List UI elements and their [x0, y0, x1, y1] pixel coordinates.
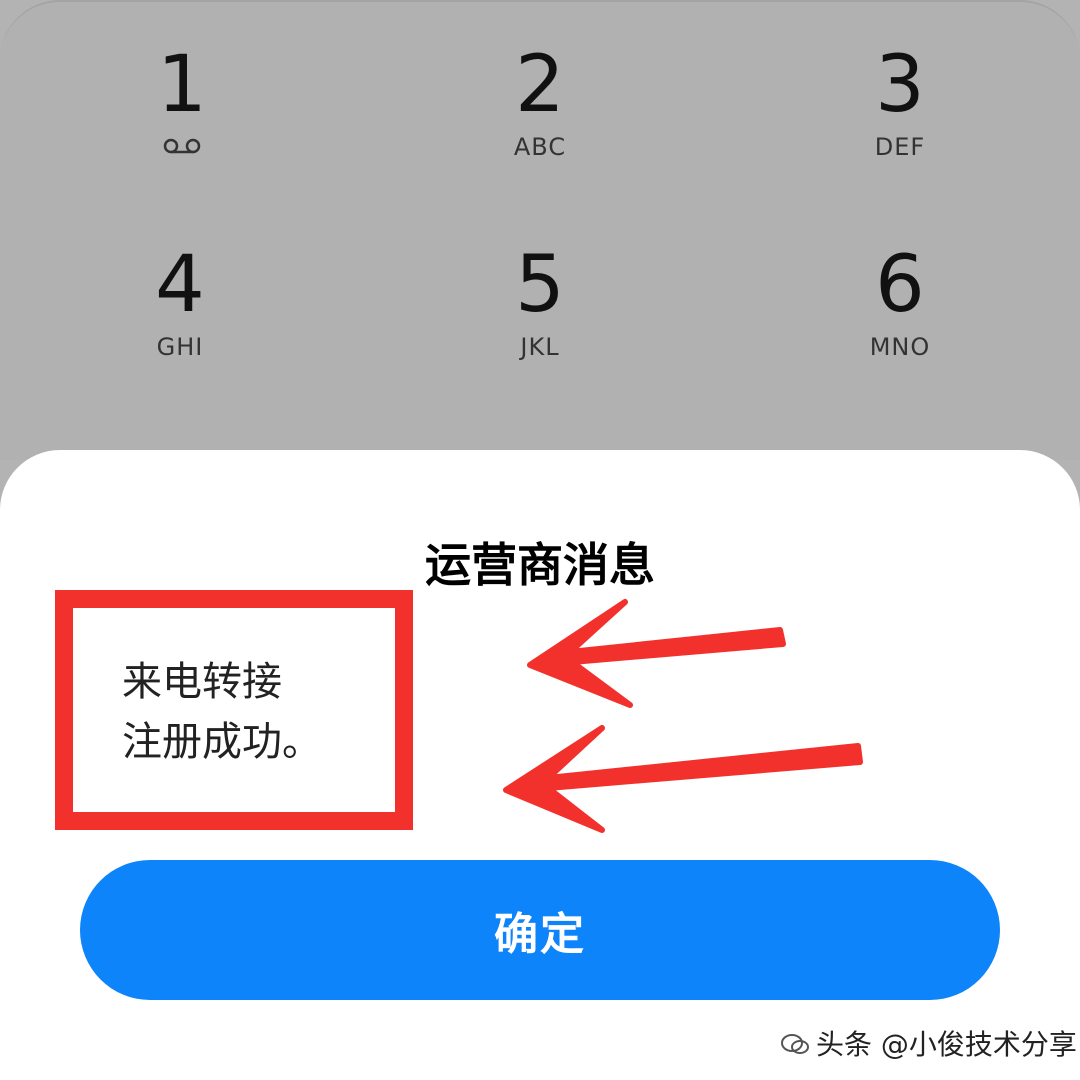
dial-key-letters: MNO — [869, 333, 931, 361]
dial-key-digit: 1 — [157, 40, 207, 130]
dialog-title: 运营商消息 — [425, 538, 655, 592]
dialpad: 1 2 ABC 3 DEF 4 GHI 5 JKL 6 MNO — [0, 0, 1080, 460]
dial-key-6[interactable]: 6 MNO — [790, 240, 1010, 362]
annotation-arrow-upper-icon — [527, 599, 786, 708]
dial-key-4[interactable]: 4 GHI — [70, 240, 290, 362]
dial-key-1[interactable]: 1 — [72, 40, 292, 160]
confirm-button[interactable]: 确定 — [80, 860, 1000, 1000]
dial-key-letters: DEF — [874, 133, 926, 161]
dial-key-digit: 4 — [155, 240, 205, 330]
dial-key-letters: JKL — [520, 333, 560, 361]
annotation-arrow-lower-icon — [503, 725, 863, 833]
watermark: 头条 @小俊技术分享 — [780, 1020, 1077, 1070]
annotation-highlight-box — [55, 590, 413, 830]
dial-key-2[interactable]: 2 ABC — [430, 40, 650, 162]
dial-key-digit: 6 — [875, 240, 925, 330]
dial-key-digit: 3 — [875, 40, 925, 130]
annotation-arrows — [503, 599, 863, 833]
dial-key-3[interactable]: 3 DEF — [790, 40, 1010, 162]
dial-key-digit: 5 — [515, 240, 565, 330]
dial-key-letters: GHI — [156, 333, 204, 361]
dial-key-digit: 2 — [515, 40, 565, 130]
dial-key-5[interactable]: 5 JKL — [430, 240, 650, 362]
watermark-text: 头条 @小俊技术分享 — [816, 1028, 1077, 1061]
chat-bubble-icon — [781, 1034, 809, 1054]
voicemail-icon — [163, 138, 201, 154]
dial-key-letters: ABC — [513, 133, 567, 161]
